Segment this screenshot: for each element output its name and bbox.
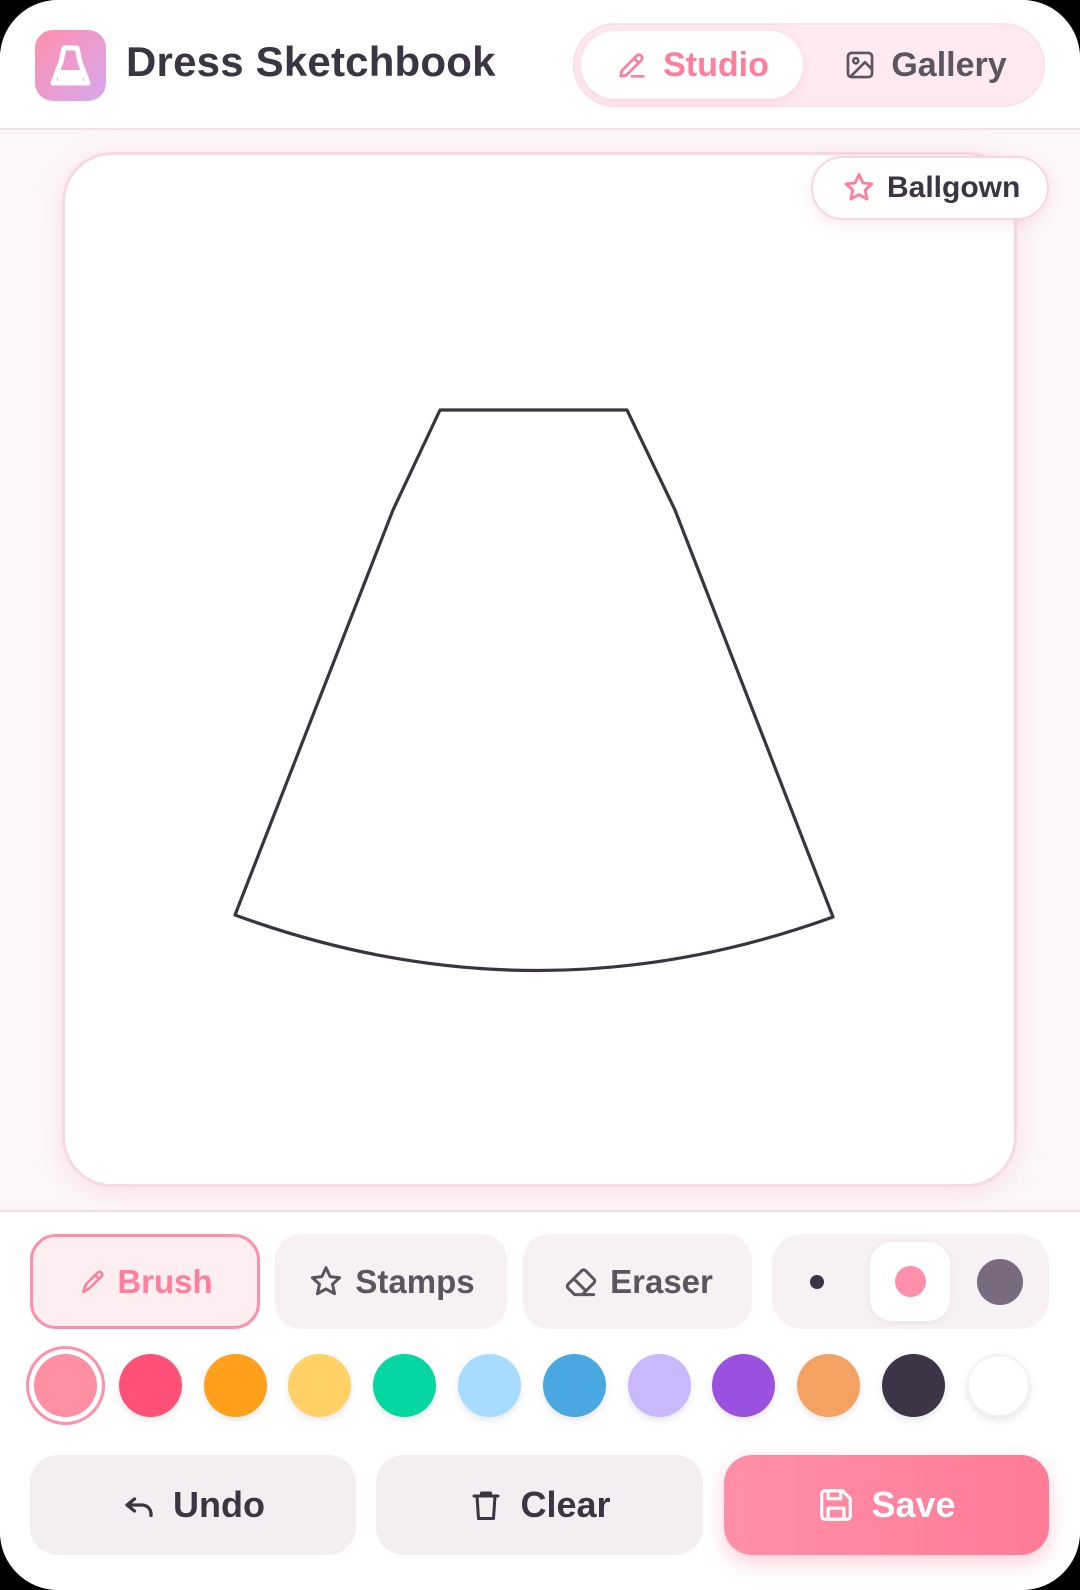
trash-icon [472,1491,500,1520]
star-icon [844,173,874,201]
app-logo [35,30,106,101]
color-swatch[interactable] [627,1354,691,1417]
eraser-icon [565,1267,597,1296]
tab-studio-label: Studio [663,45,769,84]
brush-tool-label: Brush [117,1262,213,1300]
eraser-tool-label: Eraser [610,1262,713,1300]
bottom-toolbar: Brush Stamps Eraser Undo Clear Save [0,1210,1080,1590]
color-swatch[interactable] [34,1354,97,1417]
brush-size-medium[interactable] [870,1242,950,1321]
color-swatch[interactable] [458,1354,521,1417]
drawing-canvas[interactable] [62,152,1017,1187]
save-icon [820,1489,853,1521]
brush-size-selector [772,1234,1049,1329]
image-icon [846,51,874,79]
clear-label: Clear [520,1484,611,1525]
color-swatch[interactable] [203,1354,267,1417]
star-icon [311,1265,342,1295]
style-chip[interactable]: Ballgown [811,156,1049,220]
undo-button[interactable]: Undo [30,1455,356,1555]
tab-studio[interactable]: Studio [581,31,803,99]
pencil-icon [619,53,645,78]
eraser-tool-button[interactable]: Eraser [523,1234,752,1329]
brush-tool-button[interactable]: Brush [30,1234,260,1329]
brush-icon [82,1270,104,1293]
color-swatch[interactable] [797,1354,861,1417]
size-large-dot [977,1258,1023,1305]
stamps-tool-button[interactable]: Stamps [275,1234,507,1329]
save-label: Save [871,1484,956,1525]
color-swatch[interactable] [118,1354,182,1417]
size-small-dot [810,1274,824,1289]
undo-icon [125,1497,153,1518]
ballgown-skirt-outline [233,408,835,973]
color-swatch[interactable] [966,1354,1030,1417]
color-swatch[interactable] [542,1354,606,1417]
color-swatch[interactable] [882,1354,945,1417]
app-header: Dress Sketchbook Studio Gallery [0,0,1080,130]
size-medium-dot [894,1266,926,1297]
color-swatch[interactable] [288,1354,352,1417]
dress-icon [50,45,91,86]
drawing-stage [0,131,1080,1211]
dress-sketchbook-app: Dress Sketchbook Studio Gallery Ballgown… [0,0,1080,1590]
color-swatch[interactable] [712,1354,776,1417]
undo-label: Undo [173,1484,265,1525]
color-swatch[interactable] [373,1354,437,1417]
color-palette [0,1347,1080,1437]
stamps-tool-label: Stamps [355,1262,475,1300]
brush-size-small[interactable] [777,1242,857,1321]
save-button[interactable]: Save [724,1455,1049,1555]
style-chip-label: Ballgown [887,171,1021,204]
app-title: Dress Sketchbook [126,38,496,85]
clear-button[interactable]: Clear [376,1455,703,1555]
tab-gallery[interactable]: Gallery [813,31,1037,99]
tab-gallery-label: Gallery [891,45,1007,84]
view-tabs: Studio Gallery [573,23,1045,107]
brush-size-large[interactable] [960,1242,1040,1321]
